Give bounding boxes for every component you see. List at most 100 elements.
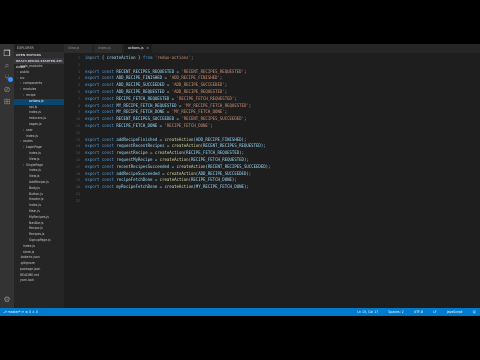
line-number: 9 bbox=[77, 110, 80, 115]
tree-item-label: AddRecipe.js bbox=[29, 179, 49, 184]
code-token: 'RECENT_RECIPES_REQUESTED' bbox=[181, 68, 244, 74]
gear-icon[interactable]: ⚙ bbox=[3, 296, 11, 304]
tree-item-label: MyRecipes.js bbox=[29, 214, 49, 219]
status-item[interactable]: LF bbox=[433, 310, 437, 314]
line-number: 15 bbox=[75, 151, 80, 156]
tree-item-label: .babelrc.json bbox=[20, 255, 40, 260]
tree-file[interactable]: yarn.lock bbox=[14, 278, 64, 284]
code-line[interactable]: export const recentRecipesSucceeded = cr… bbox=[85, 164, 270, 171]
code-line[interactable]: export const ADD_RECIPE_FINISHED = 'ADD_… bbox=[85, 75, 270, 82]
code-line[interactable]: export const recipeFetchDone = createAct… bbox=[85, 177, 270, 184]
tab-view-js[interactable]: View.js bbox=[64, 44, 93, 53]
code-line[interactable] bbox=[85, 198, 270, 205]
code-line[interactable] bbox=[85, 62, 270, 69]
status-item[interactable]: Ln 15, Col 17 bbox=[357, 310, 378, 314]
code-line[interactable]: export const myRecipeFetchDone = createA… bbox=[85, 184, 270, 191]
code-line[interactable] bbox=[85, 191, 270, 198]
tree-item-label: .gitignore bbox=[20, 261, 35, 266]
code-token: createAction bbox=[159, 177, 189, 183]
status-item[interactable]: Spaces: 2 bbox=[388, 310, 404, 314]
line-number: 2 bbox=[77, 62, 80, 67]
code-line[interactable]: export const RECIPE_FETCH_REQUESTED = 'R… bbox=[85, 96, 270, 103]
code-line[interactable]: export const RECIPE_FETCH_DONE = 'RECIPE… bbox=[85, 123, 270, 130]
code-token: 'ADD_RECIPE_SUCCEEDED' bbox=[171, 82, 225, 88]
code-lines[interactable]: import { createAction } from 'redux-acti… bbox=[85, 55, 270, 205]
code-line[interactable]: export const MY_RECIPE_FETCH_DONE = 'MY_… bbox=[85, 109, 270, 116]
code-line[interactable]: export const ADD_RECIPE_SUCCEEDED = 'ADD… bbox=[85, 82, 270, 89]
code-token: export const bbox=[85, 109, 114, 115]
code-token: export const bbox=[85, 163, 114, 169]
code-token: recentRecipesSucceeded = bbox=[113, 163, 177, 169]
debug-icon[interactable]: ⊘ bbox=[3, 86, 11, 94]
line-number: 12 bbox=[75, 130, 80, 135]
code-line[interactable]: export const RECENT_RECIPES_REQUESTED = … bbox=[85, 69, 270, 76]
minimap[interactable] bbox=[472, 55, 480, 308]
code-line[interactable]: export const requestRecipe = createActio… bbox=[85, 150, 270, 157]
status-item[interactable]: JavaScript bbox=[447, 310, 463, 314]
tree-item-label: SinglePage bbox=[26, 162, 44, 167]
line-number: 7 bbox=[77, 96, 80, 101]
status-item[interactable]: UTF-8 bbox=[414, 310, 423, 314]
code-token: (RECIPE_FETCH_DONE); bbox=[188, 177, 237, 183]
code-line[interactable]: import { createAction } from 'redux-acti… bbox=[85, 55, 270, 62]
code-token: ADD_RECIPE_SUCCEEDED = bbox=[113, 82, 172, 88]
git-badge bbox=[8, 77, 13, 82]
code-token: ADD_RECIPE_REQUESTED = bbox=[113, 88, 172, 94]
close-icon[interactable]: × bbox=[146, 44, 149, 53]
code-line[interactable]: export const MY_RECIPE_FETCH_REQUESTED =… bbox=[85, 103, 270, 110]
code-line[interactable]: export const requestRecentRecipes = crea… bbox=[85, 143, 270, 150]
code-token: export const bbox=[85, 95, 114, 101]
tree-item-label: recipe bbox=[26, 92, 36, 97]
code-token: ; bbox=[224, 82, 228, 88]
files-icon[interactable]: ❐ bbox=[3, 50, 11, 58]
code-token: export const bbox=[85, 143, 114, 149]
code-token: { createAction } bbox=[99, 55, 143, 60]
line-number: 19 bbox=[75, 178, 80, 183]
code-token: (MY_RECIPE_FETCH_DONE); bbox=[193, 184, 249, 190]
code-token: createAction bbox=[159, 156, 189, 162]
code-token: RECENT_RECIPES_REQUESTED = bbox=[113, 68, 182, 74]
code-token: 'MY_RECIPE_FETCH_REQUESTED' bbox=[183, 102, 249, 108]
code-token: ; bbox=[243, 116, 247, 122]
code-token: RECIPE_FETCH_DONE = bbox=[113, 122, 165, 128]
status-left[interactable]: ⎇ master* ⟳ ⊗ 0 ⚠ 0 bbox=[3, 308, 38, 316]
explorer-sidebar: EXPLORER OPEN EDITORS REACT-REDUX-STARTE… bbox=[14, 44, 64, 308]
search-icon[interactable]: ⌕ bbox=[3, 62, 11, 70]
code-token: createAction bbox=[166, 170, 196, 176]
code-line[interactable]: export const requestMyRecipe = createAct… bbox=[85, 157, 270, 164]
line-number: 10 bbox=[75, 117, 80, 122]
code-line[interactable]: export const addRecipeSucceeded = create… bbox=[85, 171, 270, 178]
code-token: (RECENT_RECIPES_SUCCEEDED); bbox=[205, 163, 271, 169]
tab-actions-js[interactable]: actions.js × bbox=[124, 44, 153, 53]
code-token: ; bbox=[224, 109, 228, 115]
status-item[interactable]: ☺ bbox=[473, 310, 476, 314]
code-token: ; bbox=[243, 68, 247, 74]
code-token: requestMyRecipe = bbox=[113, 156, 160, 162]
code-token: 'RECENT_RECIPES_SUCCEEDED' bbox=[181, 116, 244, 122]
tree-item-label: index.js bbox=[29, 168, 41, 173]
code-line[interactable] bbox=[85, 130, 270, 137]
extensions-icon[interactable]: ⊞ bbox=[3, 98, 11, 106]
code-token: export const bbox=[85, 177, 114, 183]
code-token: ; bbox=[190, 55, 194, 60]
code-editor[interactable]: 1 2 3 4 5 6 7 8 9 10 11 12 13 14 15 16 17 18 19 20 21 22 impo… bbox=[64, 55, 480, 308]
tree-item-label: index.js bbox=[23, 243, 35, 248]
code-token: export const bbox=[85, 116, 114, 122]
tree-item-label: Body.js bbox=[29, 185, 40, 190]
code-token: (RECENT_RECIPES_REQUESTED); bbox=[200, 143, 266, 149]
line-number: 21 bbox=[75, 191, 80, 196]
tab-bar: View.js index.js actions.js × bbox=[64, 44, 480, 53]
code-line[interactable]: export const addRecipeFinished = createA… bbox=[85, 137, 270, 144]
tab-index-js[interactable]: index.js bbox=[94, 44, 123, 53]
code-token: (RECIPE_FETCH_REQUESTED); bbox=[188, 156, 249, 162]
tree-item-label: yarn.lock bbox=[20, 278, 35, 283]
tree-item-label: api.js bbox=[29, 104, 38, 109]
code-token: requestRecentRecipes = bbox=[113, 143, 172, 149]
code-line[interactable]: export const ADD_RECIPE_REQUESTED = 'ADD… bbox=[85, 89, 270, 96]
tree-item-label: store.js bbox=[23, 249, 35, 254]
line-number: 11 bbox=[75, 123, 80, 128]
code-token: createAction bbox=[154, 150, 184, 156]
editor-area: View.js index.js actions.js × 1234567891… bbox=[64, 44, 480, 308]
code-line[interactable]: export const RECENT_RECIPES_SUCCEEDED = … bbox=[85, 116, 270, 123]
tree-item-label: LoginPage bbox=[26, 145, 42, 150]
